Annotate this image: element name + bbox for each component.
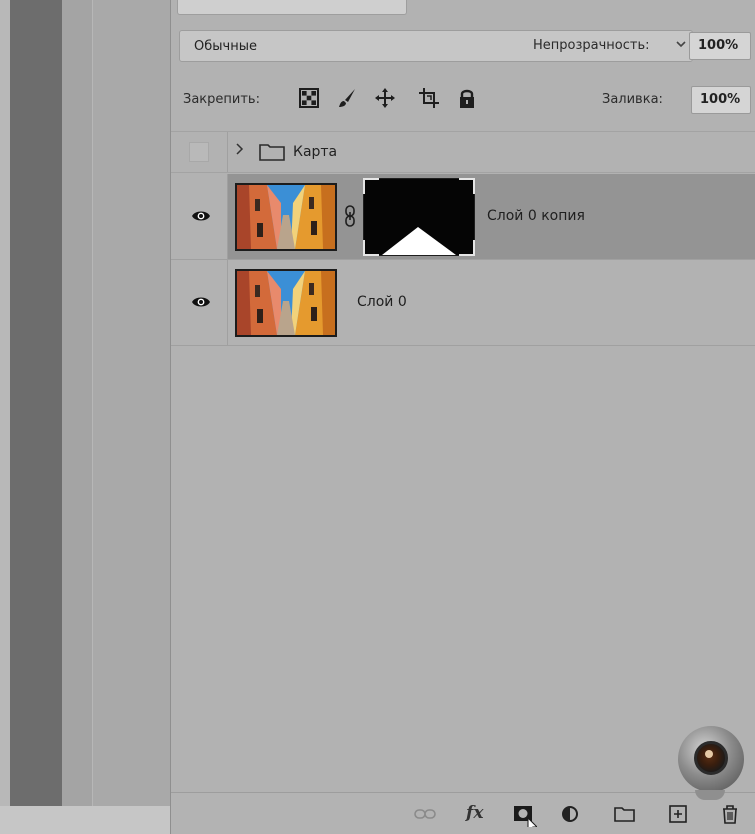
side-dock [92,0,170,834]
webcam-lens [694,741,728,775]
layer-thumbnail[interactable] [235,183,337,251]
lock-label: Закрепить: [183,92,260,107]
webcam-overlay [678,726,744,792]
fill-input[interactable]: 100% [691,86,751,114]
layer-mask-thumbnail[interactable] [363,178,475,256]
opacity-label: Непрозрачность: [533,38,650,53]
layer-group-row[interactable]: Карта [171,131,755,173]
layer-row-copy[interactable]: Слой 0 копия [171,174,755,260]
lock-position-icon[interactable] [374,87,396,109]
lock-artboard-icon[interactable] [418,87,440,109]
layers-footer-toolbar: fx [171,792,755,834]
lock-transparent-pixels-icon[interactable] [298,87,320,109]
opacity-input[interactable]: 100% [689,32,751,60]
blend-opacity-row: Обычные Непрозрачность: 100% [171,24,755,68]
fx-icon[interactable]: fx [466,803,492,829]
group-name: Карта [293,144,338,160]
delete-icon[interactable] [717,801,743,827]
layers-panel: Обычные Непрозрачность: 100% Закрепить: [170,0,755,834]
chevron-down-icon [675,38,687,54]
layer-row-original[interactable]: Слой 0 [171,260,755,346]
new-group-icon[interactable] [612,801,638,827]
webcam-shine [705,750,713,758]
layer-filter-field[interactable] [177,0,407,15]
lock-image-pixels-icon[interactable] [336,87,358,109]
layer-thumbnail[interactable] [235,269,337,337]
chain-link-icon[interactable] [344,204,356,232]
eye-icon[interactable] [191,294,211,313]
layer-name[interactable]: Слой 0 копия [487,208,585,224]
lock-fill-row: Закрепить: Заливка: 100% [171,74,755,124]
divider [227,132,228,172]
layer-name[interactable]: Слой 0 [357,294,407,310]
eye-icon[interactable] [191,208,211,227]
blend-mode-value: Обычные [194,39,257,54]
workspace-edge [0,0,10,834]
folder-icon [259,143,285,165]
toolbar-gap [62,0,92,834]
new-layer-icon[interactable] [666,801,692,827]
toolbar-strip [10,0,62,834]
fill-label: Заливка: [602,92,663,107]
visibility-column [171,260,228,345]
link-layers-icon[interactable] [412,801,438,827]
chevron-right-icon[interactable] [235,142,245,160]
add-mask-icon[interactable] [511,801,539,834]
visibility-column [171,174,228,259]
visibility-toggle-empty[interactable] [189,142,209,162]
lock-all-icon[interactable] [456,87,478,109]
dock-bottom [0,806,170,834]
adjustment-layer-icon[interactable] [558,801,584,827]
